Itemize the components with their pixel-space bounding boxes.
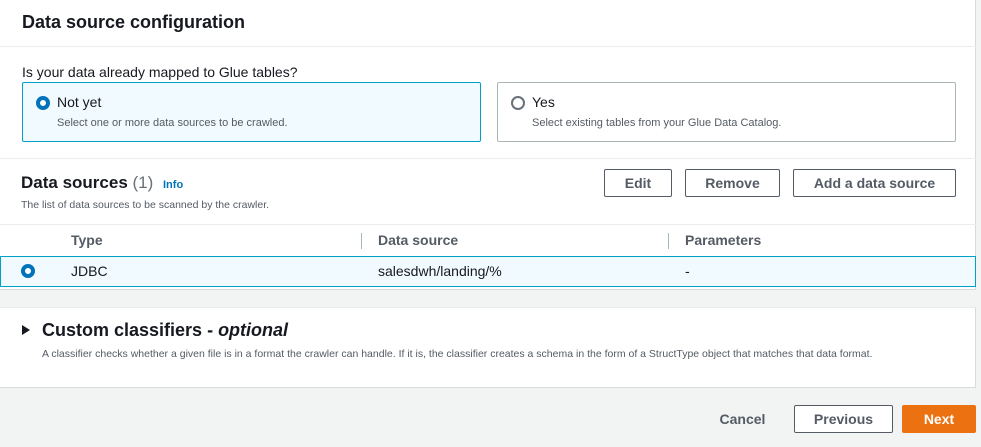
radio-selected-icon[interactable]: [36, 96, 50, 110]
column-header-data-source[interactable]: Data source: [378, 232, 458, 248]
cell-data-source: salesdwh/landing/%: [378, 263, 502, 279]
custom-classifiers-title[interactable]: Custom classifiers - optional: [42, 320, 288, 341]
optional-label: optional: [218, 320, 289, 340]
column-separator[interactable]: [361, 233, 362, 249]
edit-button[interactable]: Edit: [604, 169, 672, 197]
table-header: Type Data source Parameters: [0, 224, 976, 256]
custom-classifiers-title-text: Custom classifiers -: [42, 320, 219, 340]
radio-unselected-icon[interactable]: [511, 96, 525, 110]
data-sources-title: Data sources (1): [21, 173, 153, 193]
panel-header: Data source configuration: [0, 0, 976, 47]
column-header-parameters[interactable]: Parameters: [685, 232, 761, 248]
cell-parameters: -: [685, 263, 690, 279]
row-radio-selected-icon[interactable]: [21, 264, 35, 278]
caret-right-icon[interactable]: [22, 325, 30, 335]
data-sources-title-text: Data sources: [21, 173, 128, 192]
data-sources-description: The list of data sources to be scanned b…: [21, 199, 270, 211]
custom-classifiers-description: A classifier checks whether a given file…: [42, 348, 873, 360]
add-data-source-button[interactable]: Add a data source: [793, 169, 956, 197]
option-not-yet-tile[interactable]: Not yet Select one or more data sources …: [22, 82, 481, 142]
table-row[interactable]: JDBC salesdwh/landing/% -: [0, 256, 976, 287]
data-source-configuration-panel: Data source configuration Is your data a…: [0, 0, 976, 290]
cell-type: JDBC: [71, 263, 108, 279]
column-separator[interactable]: [668, 233, 669, 249]
option-not-yet-description: Select one or more data sources to be cr…: [57, 117, 288, 129]
cancel-button[interactable]: Cancel: [705, 405, 780, 433]
column-header-type[interactable]: Type: [71, 232, 103, 248]
section-divider: [0, 158, 976, 159]
mapping-question: Is your data already mapped to Glue tabl…: [22, 64, 298, 80]
option-not-yet-label: Not yet: [57, 94, 102, 110]
info-link[interactable]: Info: [163, 179, 183, 191]
option-yes-tile[interactable]: Yes Select existing tables from your Glu…: [497, 82, 956, 142]
panel-title: Data source configuration: [22, 12, 246, 32]
custom-classifiers-panel: Custom classifiers - optional A classifi…: [0, 307, 976, 388]
option-yes-label: Yes: [532, 94, 555, 110]
data-sources-count: (1): [132, 173, 154, 192]
remove-button[interactable]: Remove: [685, 169, 780, 197]
previous-button[interactable]: Previous: [794, 405, 893, 433]
option-yes-description: Select existing tables from your Glue Da…: [532, 117, 782, 129]
next-button[interactable]: Next: [902, 405, 976, 433]
